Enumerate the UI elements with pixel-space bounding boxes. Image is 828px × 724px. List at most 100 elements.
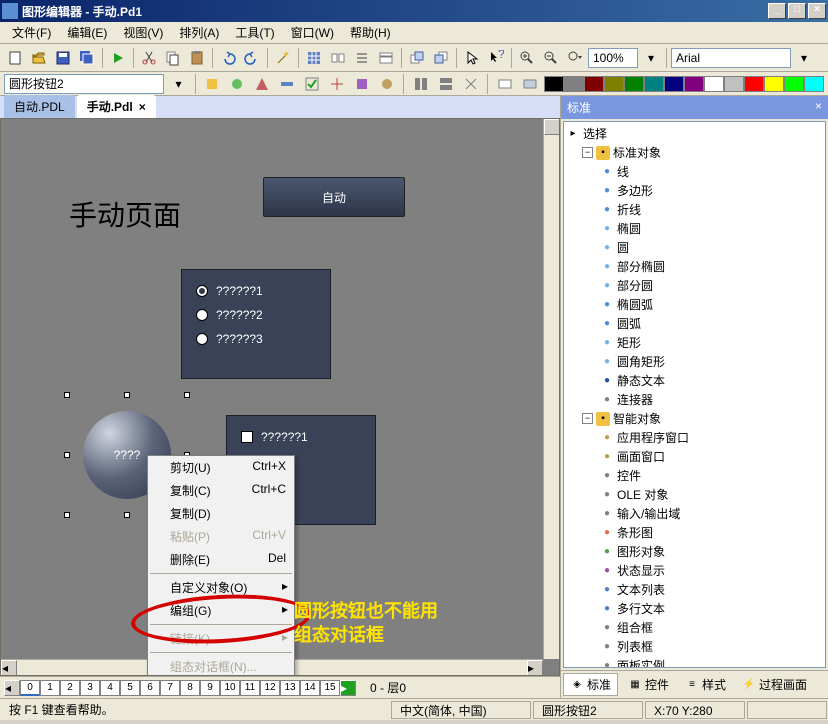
- maximize-button[interactable]: □: [788, 3, 806, 19]
- undo-icon[interactable]: [217, 47, 239, 69]
- tool-icon-3[interactable]: [252, 73, 273, 95]
- layer-button[interactable]: 3: [80, 680, 100, 696]
- color-swatch[interactable]: [624, 76, 644, 92]
- color-swatch[interactable]: [744, 76, 764, 92]
- tab-auto[interactable]: 自动.PDL: [4, 95, 75, 118]
- tool-icon-8[interactable]: [376, 73, 397, 95]
- tree-group[interactable]: −▪智能对象: [566, 409, 823, 428]
- saveall-icon[interactable]: [76, 47, 98, 69]
- rp-tab-controls[interactable]: ▦控件: [622, 673, 675, 696]
- tree-item[interactable]: ●折线: [566, 200, 823, 219]
- send-back-icon[interactable]: [430, 47, 452, 69]
- tree-item[interactable]: ●输入/输出域: [566, 504, 823, 523]
- wand-icon[interactable]: [272, 47, 294, 69]
- layer-button[interactable]: 11: [240, 680, 260, 696]
- tree-item[interactable]: ●应用程序窗口: [566, 428, 823, 447]
- check-1[interactable]: [241, 431, 253, 443]
- context-menu-item[interactable]: 剪切(U)Ctrl+X: [148, 456, 294, 479]
- redo-icon[interactable]: [241, 47, 263, 69]
- help-cursor-icon[interactable]: ?: [485, 47, 507, 69]
- rp-tab-standard[interactable]: ◈标准: [563, 673, 618, 696]
- tree-group[interactable]: −▪标准对象: [566, 143, 823, 162]
- layer-button[interactable]: 8: [180, 680, 200, 696]
- tab-close-icon[interactable]: ×: [139, 100, 146, 114]
- color-swatch[interactable]: [604, 76, 624, 92]
- tool-icon-5[interactable]: [302, 73, 323, 95]
- tree-item[interactable]: ●OLE 对象: [566, 485, 823, 504]
- layer-button[interactable]: 6: [140, 680, 160, 696]
- layer-next-icon[interactable]: ▸: [340, 680, 356, 696]
- color-swatch[interactable]: [724, 76, 744, 92]
- open-icon[interactable]: [28, 47, 50, 69]
- layer-button[interactable]: 12: [260, 680, 280, 696]
- align-icon[interactable]: [327, 47, 349, 69]
- object-dropdown-button[interactable]: ▾: [168, 73, 189, 95]
- context-menu-item[interactable]: 删除(E)Del: [148, 548, 294, 571]
- minimize-button[interactable]: _: [768, 3, 786, 19]
- layer-button[interactable]: 4: [100, 680, 120, 696]
- bring-front-icon[interactable]: [406, 47, 428, 69]
- layer-button[interactable]: 1: [40, 680, 60, 696]
- color-swatch[interactable]: [784, 76, 804, 92]
- tree-item[interactable]: ●静态文本: [566, 371, 823, 390]
- tree-item[interactable]: ●列表框: [566, 637, 823, 656]
- menu-tools[interactable]: 工具(T): [227, 22, 282, 43]
- tree-item[interactable]: ●部分椭圆: [566, 257, 823, 276]
- new-icon[interactable]: [4, 47, 26, 69]
- tree-item[interactable]: ●圆: [566, 238, 823, 257]
- save-icon[interactable]: [52, 47, 74, 69]
- tree-item[interactable]: ●图形对象: [566, 542, 823, 561]
- radio-2[interactable]: [196, 309, 208, 321]
- tool-icon-6[interactable]: [327, 73, 348, 95]
- color-swatch[interactable]: [704, 76, 724, 92]
- layer-prev-icon[interactable]: ◂: [4, 680, 20, 696]
- rp-tab-process[interactable]: ⚡过程画面: [736, 673, 813, 696]
- cut-icon[interactable]: [138, 47, 160, 69]
- grid-icon[interactable]: [303, 47, 325, 69]
- object-tree[interactable]: ▸选择−▪标准对象●线●多边形●折线●椭圆●圆●部分椭圆●部分圆●椭圆弧●圆弧●…: [563, 121, 826, 668]
- color-swatch[interactable]: [684, 76, 704, 92]
- zoom-dropdown-icon[interactable]: [564, 47, 586, 69]
- canvas[interactable]: 手动页面 自动 ??????1 ??????2 ??????3 ???? ???…: [0, 118, 560, 676]
- cursor-icon[interactable]: [461, 47, 483, 69]
- menu-window[interactable]: 窗口(W): [283, 22, 342, 43]
- scrollbar-vertical[interactable]: [543, 119, 559, 659]
- menu-arrange[interactable]: 排列(A): [171, 22, 227, 43]
- color-swatch[interactable]: [584, 76, 604, 92]
- tree-item[interactable]: ●矩形: [566, 333, 823, 352]
- tree-root[interactable]: ▸选择: [566, 124, 823, 143]
- zoom-input[interactable]: [588, 48, 638, 68]
- layer-button[interactable]: 7: [160, 680, 180, 696]
- list-icon[interactable]: [351, 47, 373, 69]
- close-button[interactable]: ×: [808, 3, 826, 19]
- layer-button[interactable]: 14: [300, 680, 320, 696]
- tool-icon-13[interactable]: [519, 73, 540, 95]
- tree-item[interactable]: ●部分圆: [566, 276, 823, 295]
- run-icon[interactable]: [107, 47, 129, 69]
- menu-edit[interactable]: 编辑(E): [59, 22, 115, 43]
- font-dropdown-button[interactable]: ▾: [793, 47, 815, 69]
- tree-item[interactable]: ●椭圆: [566, 219, 823, 238]
- context-menu-item[interactable]: 复制(D): [148, 502, 294, 525]
- radio-group[interactable]: ??????1 ??????2 ??????3: [181, 269, 331, 379]
- tool-icon-10[interactable]: [435, 73, 456, 95]
- tree-item[interactable]: ●条形图: [566, 523, 823, 542]
- zoom-dropdown-button[interactable]: ▾: [640, 47, 662, 69]
- tool-icon-1[interactable]: [202, 73, 223, 95]
- font-input[interactable]: [671, 48, 791, 68]
- tree-item[interactable]: ●控件: [566, 466, 823, 485]
- color-swatch[interactable]: [644, 76, 664, 92]
- menu-view[interactable]: 视图(V): [115, 22, 171, 43]
- menu-help[interactable]: 帮助(H): [342, 22, 399, 43]
- menu-file[interactable]: 文件(F): [4, 22, 59, 43]
- tree-item[interactable]: ●多行文本: [566, 599, 823, 618]
- paste-icon[interactable]: [186, 47, 208, 69]
- layer-button[interactable]: 0: [20, 680, 40, 696]
- context-menu-item[interactable]: 复制(C)Ctrl+C: [148, 479, 294, 502]
- auto-button[interactable]: 自动: [263, 177, 405, 217]
- layer-button[interactable]: 15: [320, 680, 340, 696]
- radio-3[interactable]: [196, 333, 208, 345]
- layer-button[interactable]: 5: [120, 680, 140, 696]
- tool-icon-12[interactable]: [494, 73, 515, 95]
- panel-close-icon[interactable]: ×: [815, 99, 822, 116]
